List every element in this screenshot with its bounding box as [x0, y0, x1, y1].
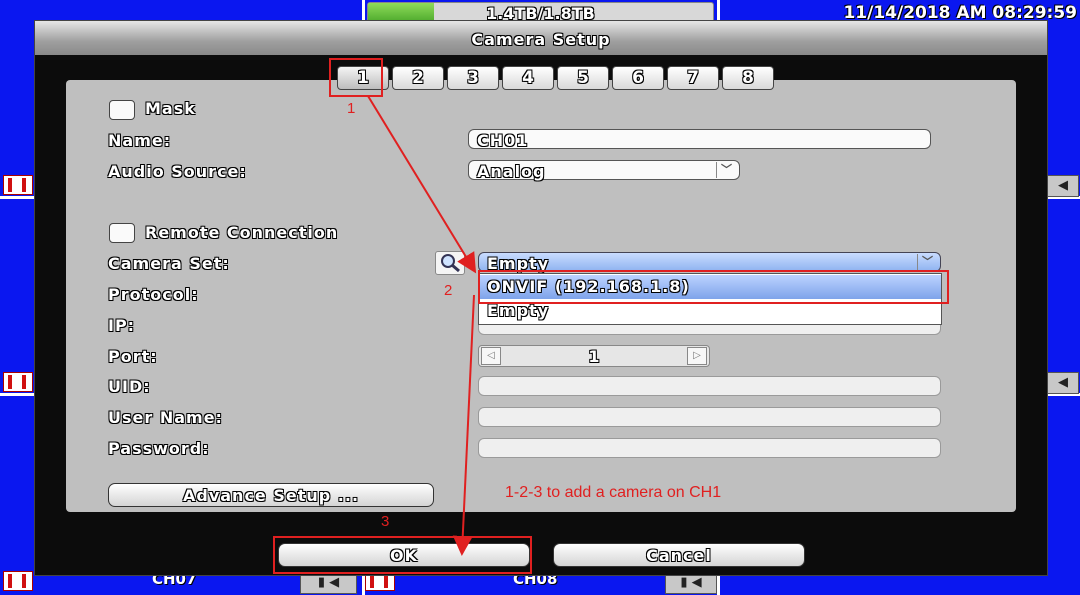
annotation-arrow-2: [452, 294, 475, 556]
annotation-arrows: [367, 95, 477, 556]
annotation-arrow-1: [367, 95, 477, 274]
